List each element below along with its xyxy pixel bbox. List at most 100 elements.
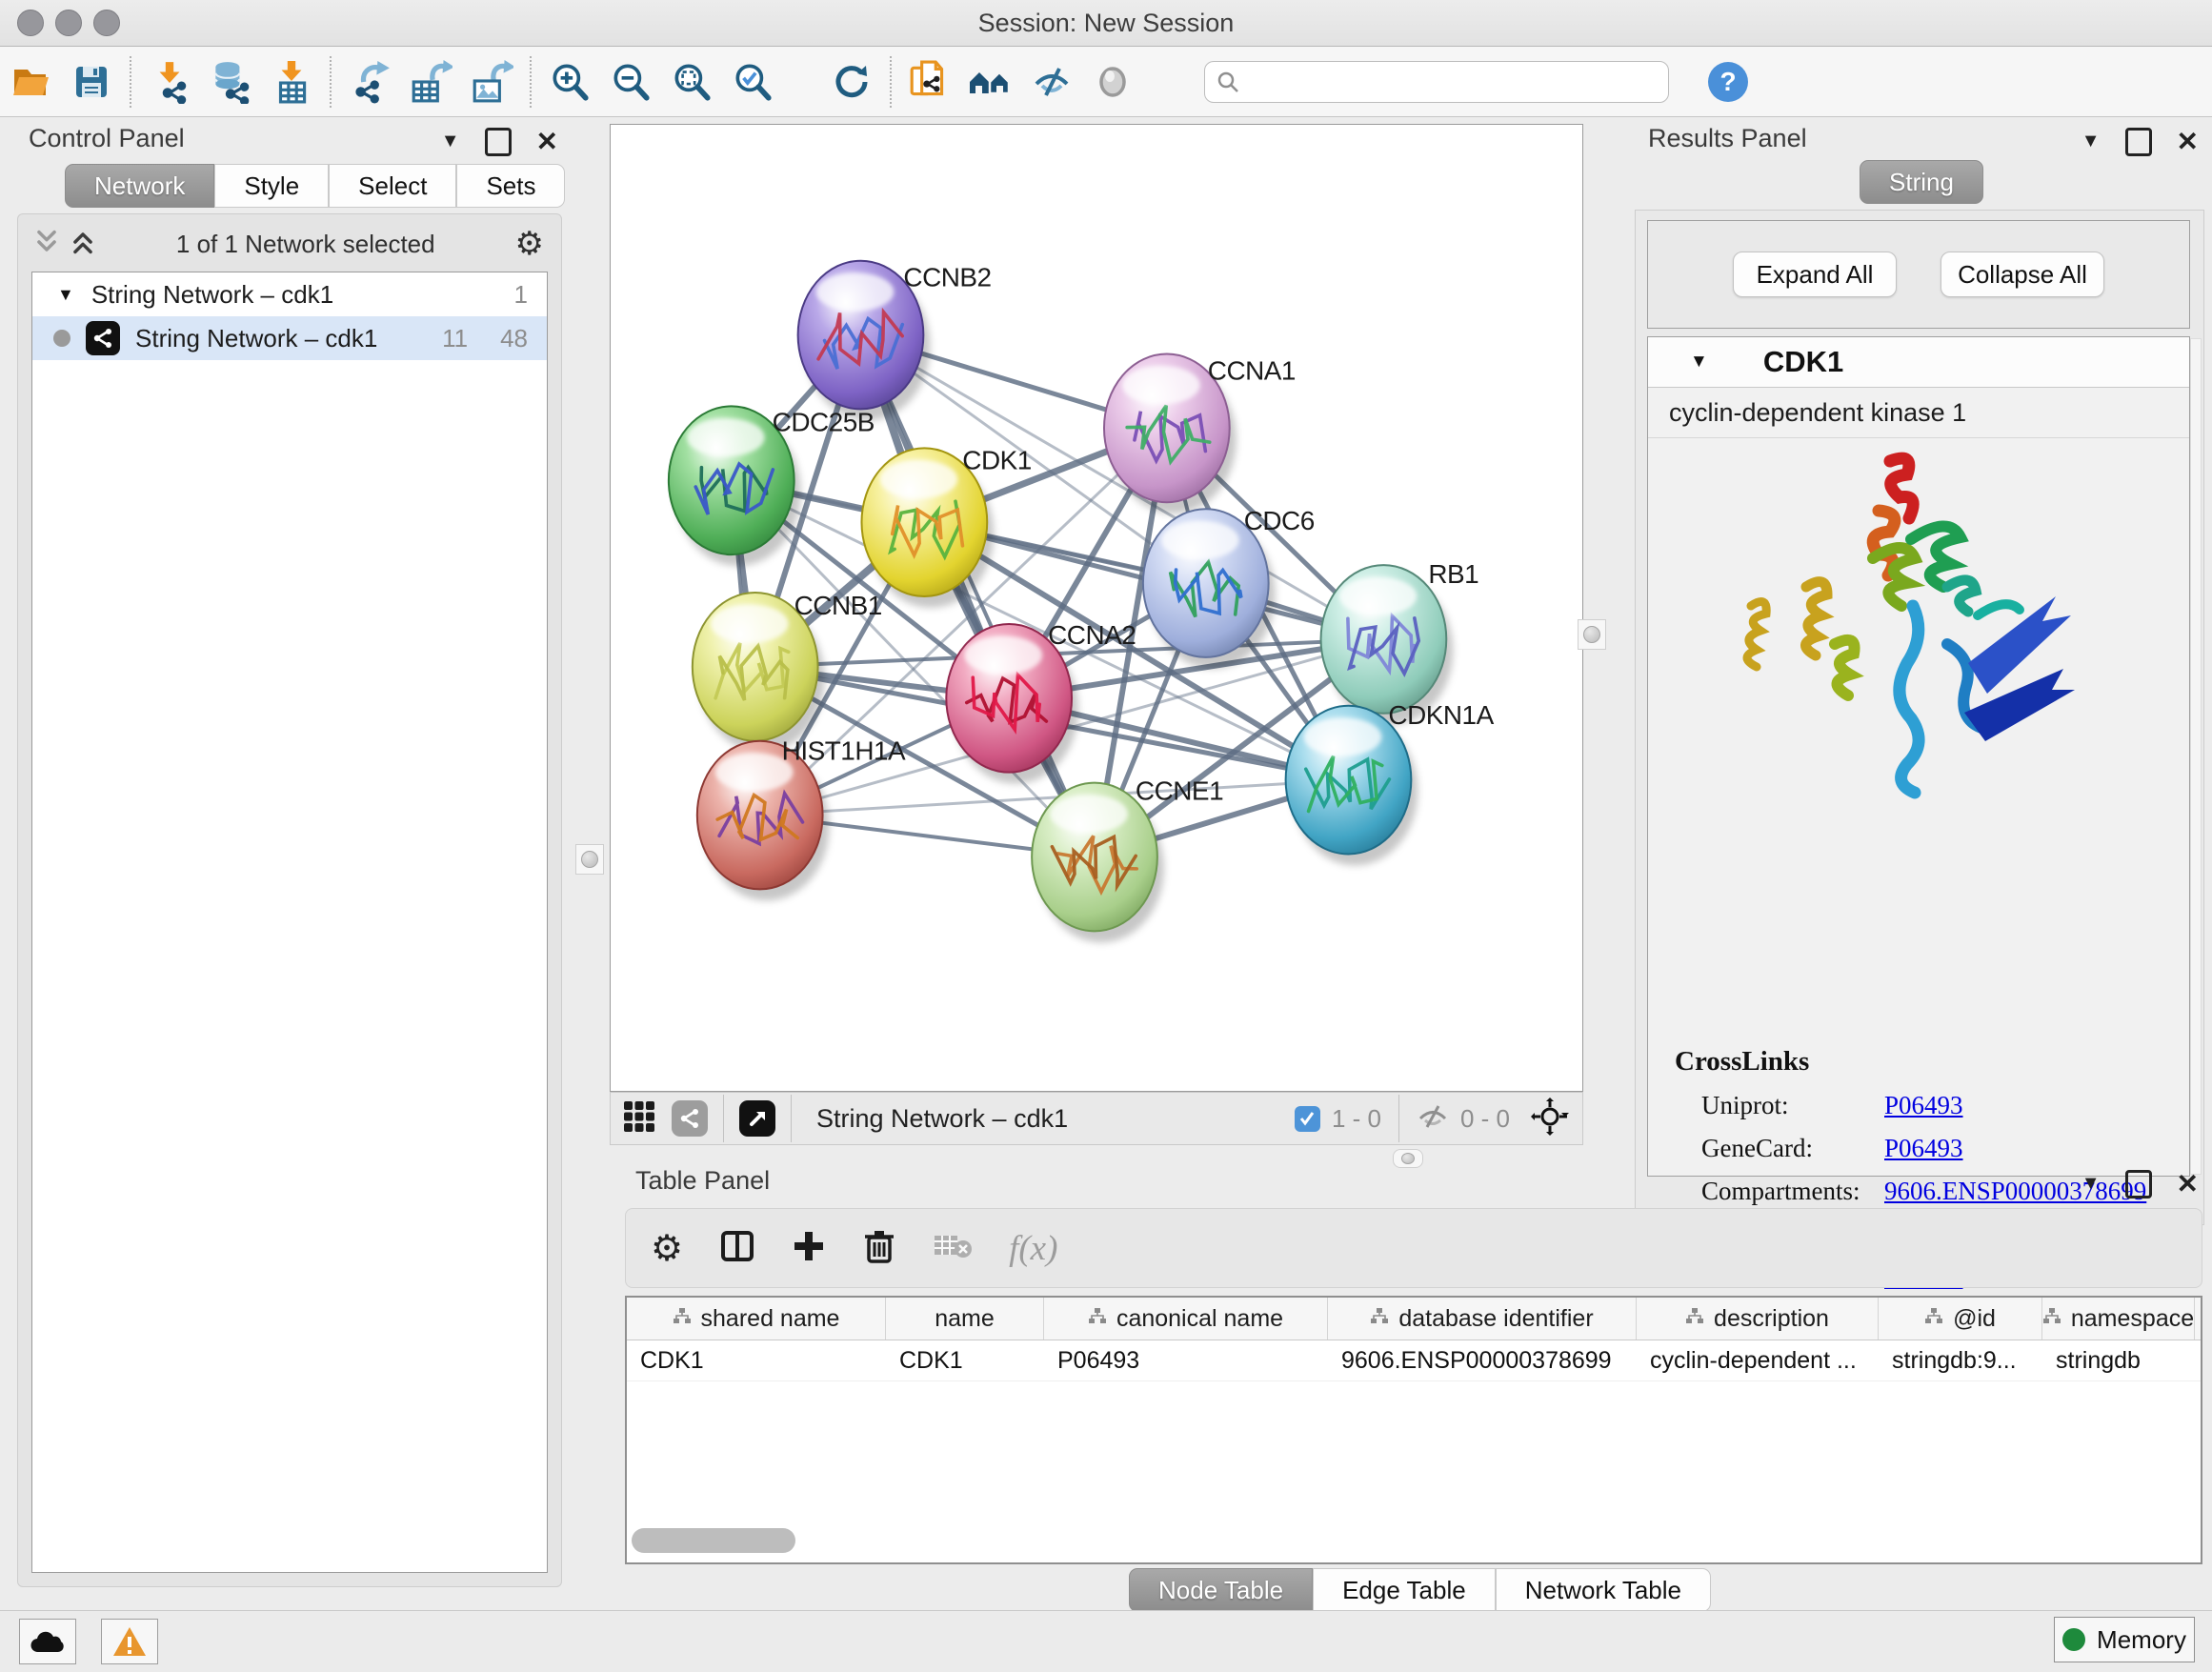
selected-checkbox-icon[interactable] (1295, 1106, 1320, 1132)
tab-network[interactable]: Network (65, 164, 214, 208)
edge-CCNB2-CCNE1[interactable] (860, 335, 1095, 857)
attribute-tree-icon (2042, 1305, 2061, 1333)
results-panel-menu-icon[interactable]: ▼ (2081, 131, 2101, 152)
table-cell[interactable]: stringdb (2042, 1340, 2195, 1380)
node-CDKN1A[interactable] (1286, 706, 1418, 866)
show-columns-icon[interactable] (719, 1228, 755, 1269)
network-row-selected[interactable]: String Network – cdk1 11 48 (32, 316, 547, 360)
tab-sets[interactable]: Sets (456, 164, 565, 208)
control-panel-close-icon[interactable]: ✕ (536, 126, 558, 157)
show-all-windows-icon[interactable] (960, 55, 1021, 109)
tab-edge-table[interactable]: Edge Table (1313, 1568, 1496, 1612)
export-network-icon[interactable] (339, 55, 400, 109)
tab-network-table[interactable]: Network Table (1496, 1568, 1711, 1612)
node-CCNE1[interactable] (1032, 783, 1164, 943)
tab-style[interactable]: Style (214, 164, 329, 208)
zoom-fit-icon[interactable] (661, 55, 722, 109)
column-header-description[interactable]: description (1637, 1298, 1879, 1340)
table-cell[interactable]: P06493 (1044, 1340, 1328, 1380)
refresh-icon[interactable] (821, 55, 882, 109)
string-results-container: Expand All Collapse All ▼ CDK1 cyclin-de… (1635, 210, 2204, 1225)
network-canvas[interactable]: CCNB2CCNA1CDC25BCDK1CDC6RB1CCNB1CCNA2CDK… (610, 124, 1583, 1092)
network-collection-count: 1 (514, 280, 528, 310)
table-panel-close-icon[interactable]: ✕ (2177, 1168, 2199, 1199)
table-cell[interactable]: cyclin-dependent ... (1637, 1340, 1879, 1380)
crosslink-link[interactable]: P06493 (1884, 1134, 1963, 1163)
crosslink-link[interactable]: P06493 (1884, 1091, 1963, 1120)
delete-column-trash-icon[interactable] (862, 1228, 896, 1269)
expand-all-button[interactable]: Expand All (1733, 252, 1897, 297)
table-horizontal-scrollbar[interactable] (632, 1528, 795, 1553)
import-table-file-icon[interactable] (261, 55, 322, 109)
results-scrollbar[interactable] (2190, 338, 2202, 1175)
gene-expander-icon[interactable]: ▼ (1690, 352, 1708, 373)
tab-node-table[interactable]: Node Table (1129, 1568, 1313, 1612)
network-tree: ▼ String Network – cdk1 1 String Network… (31, 272, 548, 1573)
table-panel-title: Table Panel (635, 1166, 770, 1196)
expand-all-icon[interactable] (70, 228, 96, 261)
fit-selected-crosshair-icon[interactable] (1531, 1098, 1569, 1140)
gene-header[interactable]: ▼ CDK1 (1648, 337, 2189, 388)
string-view-icon[interactable] (672, 1100, 708, 1137)
column-header-canonicalname[interactable]: canonical name (1044, 1298, 1328, 1340)
export-table-icon[interactable] (400, 55, 461, 109)
search-field[interactable] (1204, 61, 1669, 103)
warning-button[interactable] (101, 1619, 158, 1664)
import-network-file-icon[interactable] (139, 55, 200, 109)
toolbar-separator (330, 56, 332, 108)
table-options-gear-icon[interactable]: ⚙ (651, 1227, 683, 1270)
table-row[interactable]: CDK1CDK1P064939606.ENSP00000378699cyclin… (627, 1340, 2201, 1381)
tab-string[interactable]: String (1860, 160, 1983, 204)
open-session-icon[interactable] (0, 55, 61, 109)
column-header-id[interactable]: @id (1879, 1298, 2042, 1340)
network-collection-row[interactable]: ▼ String Network – cdk1 1 (32, 272, 547, 316)
zoom-selected-icon[interactable] (722, 55, 783, 109)
hidden-eye-icon[interactable] (1417, 1102, 1449, 1136)
column-header-sharedname[interactable]: shared name (627, 1298, 886, 1340)
collapse-all-icon[interactable] (33, 228, 60, 261)
table-cell[interactable]: stringdb:9... (1879, 1340, 2042, 1380)
column-header-databaseidentifier[interactable]: database identifier (1328, 1298, 1637, 1340)
help-button[interactable]: ? (1698, 55, 1759, 109)
tree-expander-icon[interactable]: ▼ (57, 285, 74, 305)
table-panel-float-icon[interactable] (2125, 1170, 2152, 1199)
network-options-gear-icon[interactable]: ⚙ (515, 225, 544, 263)
collapse-all-button[interactable]: Collapse All (1941, 252, 2104, 297)
detach-view-icon[interactable] (739, 1100, 775, 1137)
grid-view-icon[interactable] (622, 1099, 656, 1138)
crosslink-label: Uniprot: (1701, 1091, 1884, 1120)
control-panel-float-icon[interactable] (485, 128, 512, 156)
window-title: Session: New Session (0, 9, 2212, 38)
gene-description: cyclin-dependent kinase 1 (1648, 388, 2189, 438)
results-panel-close-icon[interactable]: ✕ (2177, 126, 2199, 157)
zoom-in-icon[interactable] (539, 55, 600, 109)
table-cell[interactable]: 9606.ENSP00000378699 (1328, 1340, 1637, 1380)
control-panel-tabs: NetworkStyleSelectSets (65, 164, 565, 208)
table-cell[interactable]: CDK1 (627, 1340, 886, 1380)
table-cell[interactable]: CDK1 (886, 1340, 1044, 1380)
memory-button[interactable]: Memory (2054, 1617, 2195, 1662)
control-panel-menu-icon[interactable]: ▼ (441, 131, 460, 152)
left-splitter-handle[interactable] (575, 844, 604, 875)
results-panel-float-icon[interactable] (2125, 128, 2152, 156)
table-panel-menu-icon[interactable]: ▼ (2081, 1173, 2101, 1195)
right-splitter-handle[interactable] (1578, 619, 1606, 650)
tab-select[interactable]: Select (329, 164, 456, 208)
add-column-icon[interactable] (792, 1229, 826, 1268)
save-session-icon[interactable] (61, 55, 122, 109)
column-header-namespace[interactable]: namespace (2042, 1298, 2195, 1340)
clone-network-icon[interactable] (899, 55, 960, 109)
node-table[interactable]: shared namenamecanonical namedatabase id… (625, 1296, 2202, 1564)
toolbar-separator (530, 56, 532, 108)
hide-panels-eye-icon[interactable] (1021, 55, 1082, 109)
show-panels-eye-icon[interactable] (1082, 55, 1143, 109)
column-header-name[interactable]: name (886, 1298, 1044, 1340)
import-network-database-icon[interactable] (200, 55, 261, 109)
cloud-button[interactable] (19, 1619, 76, 1664)
search-input[interactable] (1204, 61, 1669, 103)
zoom-out-icon[interactable] (600, 55, 661, 109)
network-graph[interactable]: CCNB2CCNA1CDC25BCDK1CDC6RB1CCNB1CCNA2CDK… (611, 125, 1582, 1091)
network-selected-count: 1 of 1 Network selected (96, 230, 515, 259)
export-image-icon[interactable] (461, 55, 522, 109)
function-builder-icon: f(x) (1009, 1228, 1057, 1269)
